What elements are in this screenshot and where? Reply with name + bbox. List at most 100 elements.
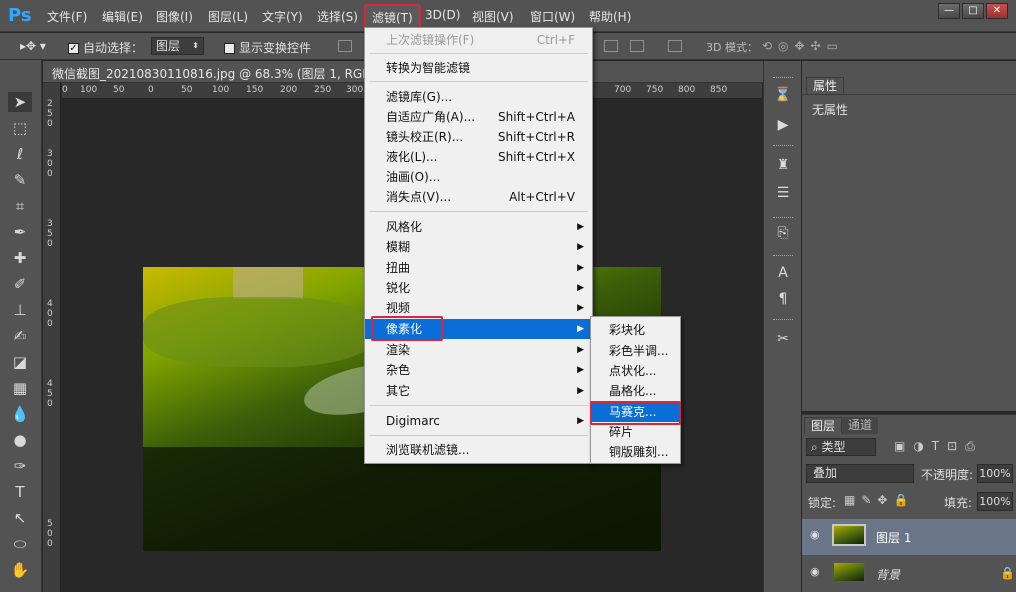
marquee-tool-icon[interactable]: ⬚ <box>8 118 32 138</box>
menu-item-browse-online-filters[interactable]: 浏览联机滤镜... <box>365 440 592 460</box>
menu-item-convert-smart-filter[interactable]: 转换为智能滤镜 <box>365 58 592 78</box>
menu-edit[interactable]: 编辑(E) <box>102 8 143 25</box>
dodge-tool-icon[interactable]: ● <box>8 430 32 450</box>
layer-filter-dropdown[interactable]: ⌕ 类型 <box>806 438 876 456</box>
menu-item-sharpen[interactable]: 锐化 ▶ <box>365 278 592 298</box>
path-select-tool-icon[interactable]: ↖ <box>8 508 32 528</box>
menu-3d[interactable]: 3D(D) <box>425 8 460 22</box>
blur-tool-icon[interactable]: 💧 <box>8 404 32 424</box>
fill-input[interactable]: 100% <box>977 492 1013 511</box>
hand-tool-icon[interactable]: ✋ <box>8 560 32 580</box>
tab-channels[interactable]: 通道 <box>842 417 879 434</box>
ruler-tick: 2 5 0 <box>47 99 53 129</box>
brush-tool-icon[interactable]: ✐ <box>8 274 32 294</box>
paragraph-icon[interactable]: ¶ <box>773 289 793 309</box>
clone-source-icon[interactable]: ⎘ <box>773 223 793 243</box>
eye-icon[interactable]: ◉ <box>810 566 824 577</box>
close-button[interactable]: ✕ <box>986 3 1008 19</box>
menu-layer[interactable]: 图层(L) <box>208 8 248 25</box>
layer-row[interactable]: ◉ 图层 1 <box>802 519 1016 555</box>
tools-icon[interactable]: ✂ <box>773 329 793 349</box>
layer-filter-icons[interactable]: ▣◑T⊡⎙ <box>894 439 983 454</box>
shape-tool-icon[interactable]: ⬭ <box>8 534 32 554</box>
type-tool-icon[interactable]: T <box>8 482 32 502</box>
shortcut-label: Ctrl+F <box>536 33 575 47</box>
stamp-tool-icon[interactable]: ⊥ <box>8 300 32 320</box>
distribute-icon[interactable] <box>604 40 618 52</box>
lock-icons[interactable]: ▦✎✥🔒 <box>844 493 914 507</box>
tab-layers[interactable]: 图层 <box>804 417 843 434</box>
show-transform-checkbox[interactable]: 显示变换控件 <box>224 39 311 56</box>
blend-mode-dropdown[interactable]: 叠加 <box>806 464 914 483</box>
submenu-item-crystallize[interactable]: 晶格化... <box>591 381 680 401</box>
ruler-tick: 4 5 0 <box>47 379 53 409</box>
align-top-icon[interactable] <box>338 40 352 52</box>
menu-item-liquify[interactable]: 液化(L)... Shift+Ctrl+X <box>365 147 592 167</box>
grip-handle[interactable] <box>773 217 793 219</box>
menu-window[interactable]: 窗口(W) <box>530 8 575 25</box>
quick-select-tool-icon[interactable]: ✎ <box>8 170 32 190</box>
submenu-item-mezzotint[interactable]: 铜版雕刻... <box>591 442 680 462</box>
auto-select-checkbox[interactable]: ✓ 自动选择： <box>68 39 143 56</box>
eye-icon[interactable]: ◉ <box>810 529 824 540</box>
pixelate-submenu: 彩块化 彩色半调... 点状化... 晶格化... 马赛克... 碎片 铜版雕刻… <box>590 316 681 464</box>
move-tool-icon[interactable]: ▸✥ ▾ <box>20 39 46 53</box>
menu-item-oil-paint[interactable]: 油画(O)... <box>365 167 592 187</box>
grip-handle[interactable] <box>773 255 793 257</box>
menu-help[interactable]: 帮助(H) <box>589 8 631 25</box>
move-tool-icon[interactable]: ➤ <box>8 92 32 112</box>
menu-item-render[interactable]: 渲染 ▶ <box>365 340 592 360</box>
house-shape <box>233 267 303 299</box>
menu-image[interactable]: 图像(I) <box>156 8 193 25</box>
tool-presets-icon[interactable]: ♜ <box>773 155 793 175</box>
menu-item-lens-correction[interactable]: 镜头校正(R)... Shift+Ctrl+R <box>365 127 592 147</box>
menu-item-other[interactable]: 其它 ▶ <box>365 381 592 401</box>
submenu-item-fragment[interactable]: 碎片 <box>591 422 680 442</box>
submenu-item-facet[interactable]: 彩块化 <box>591 320 680 340</box>
auto-select-dropdown[interactable]: 图层 ⬍ <box>151 37 204 55</box>
auto-align-icon[interactable] <box>668 40 682 52</box>
menu-item-distort[interactable]: 扭曲 ▶ <box>365 258 592 278</box>
menu-file[interactable]: 文件(F) <box>47 8 87 25</box>
menu-item-label: 液化(L)... <box>386 150 438 164</box>
menu-item-stylize[interactable]: 风格化 ▶ <box>365 217 592 237</box>
history-brush-tool-icon[interactable]: ✍ <box>8 326 32 346</box>
shortcut-label: Shift+Ctrl+X <box>498 150 575 164</box>
adjustments-icon[interactable]: ☰ <box>773 183 793 203</box>
crop-tool-icon[interactable]: ⌗ <box>8 196 32 216</box>
menu-item-label: 扭曲 <box>386 261 411 275</box>
maximize-button[interactable]: □ <box>962 3 984 19</box>
grip-handle[interactable] <box>773 145 793 147</box>
3d-mode-icons[interactable]: ⟲◎✥✣▭ <box>762 39 844 53</box>
submenu-item-color-halftone[interactable]: 彩色半调... <box>591 341 680 361</box>
opacity-input[interactable]: 100% <box>977 464 1013 483</box>
character-icon[interactable]: A <box>773 263 793 283</box>
grip-handle[interactable] <box>773 319 793 321</box>
submenu-item-pointillize[interactable]: 点状化... <box>591 361 680 381</box>
menu-item-adaptive-wide-angle[interactable]: 自适应广角(A)... Shift+Ctrl+A <box>365 107 592 127</box>
grip-handle[interactable] <box>773 77 793 79</box>
layer-row[interactable]: ◉ 背景 🔒 <box>802 556 1016 592</box>
healing-tool-icon[interactable]: ✚ <box>8 248 32 268</box>
menu-type[interactable]: 文字(Y) <box>262 8 303 25</box>
pen-tool-icon[interactable]: ✑ <box>8 456 32 476</box>
menu-item-noise[interactable]: 杂色 ▶ <box>365 360 592 380</box>
history-icon[interactable]: ⌛ <box>773 85 793 105</box>
menu-view[interactable]: 视图(V) <box>472 8 514 25</box>
tab-properties[interactable]: 属性 <box>806 77 845 94</box>
actions-play-icon[interactable]: ▶ <box>773 115 793 135</box>
eyedropper-tool-icon[interactable]: ✒ <box>8 222 32 242</box>
menu-item-vanishing-point[interactable]: 消失点(V)... Alt+Ctrl+V <box>365 187 592 207</box>
minimize-button[interactable]: — <box>938 3 960 19</box>
gradient-tool-icon[interactable]: ▦ <box>8 378 32 398</box>
menu-item-digimarc[interactable]: Digimarc ▶ <box>365 411 592 431</box>
menu-item-video[interactable]: 视频 ▶ <box>365 298 592 318</box>
menu-select[interactable]: 选择(S) <box>317 8 358 25</box>
distribute-center-icon[interactable] <box>630 40 644 52</box>
lasso-tool-icon[interactable]: ℓ <box>8 144 32 164</box>
menu-item-blur[interactable]: 模糊 ▶ <box>365 237 592 257</box>
menu-item-filter-gallery[interactable]: 滤镜库(G)... <box>365 87 592 107</box>
document-title: 微信截图_20210830110816.jpg @ 68.3% (图层 1, R… <box>52 67 407 81</box>
submenu-arrow-icon: ▶ <box>577 303 584 313</box>
eraser-tool-icon[interactable]: ◪ <box>8 352 32 372</box>
